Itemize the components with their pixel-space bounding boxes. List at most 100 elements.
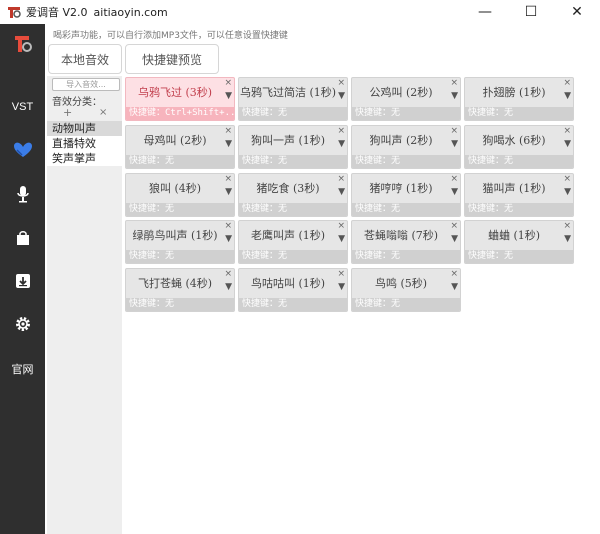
sound-card[interactable]: 苍蝇嗡嗡 (7秒) × ▼ 快捷键：无 [351, 220, 461, 264]
tab-shortcut-preview[interactable]: 快捷键预览 [125, 44, 219, 74]
shopping-bag-icon [15, 230, 31, 249]
card-close-icon[interactable]: × [450, 174, 458, 184]
card-dropdown-icon[interactable]: ▼ [451, 234, 458, 244]
card-close-icon[interactable]: × [337, 221, 345, 231]
app-title: 爱调音 V2.0 [26, 6, 88, 19]
card-dropdown-icon[interactable]: ▼ [451, 187, 458, 197]
sound-card[interactable]: 扑翅膀 (1秒) × ▼ 快捷键：无 [464, 77, 574, 121]
sound-card[interactable]: 飞打苍蝇 (4秒) × ▼ 快捷键：无 [125, 268, 235, 312]
card-dropdown-icon[interactable]: ▼ [338, 282, 345, 292]
sound-card[interactable]: 母鸡叫 (2秒) × ▼ 快捷键：无 [125, 125, 235, 169]
sound-card[interactable]: 蛐蛐 (1秒) × ▼ 快捷键：无 [464, 220, 574, 264]
card-close-icon[interactable]: × [450, 78, 458, 88]
sidebar-item-download[interactable] [0, 267, 45, 297]
sidebar-item-microphone[interactable] [0, 180, 45, 210]
sidebar-item-effects[interactable] [0, 136, 45, 166]
card-dropdown-icon[interactable]: ▼ [225, 139, 232, 149]
card-close-icon[interactable]: × [224, 78, 232, 88]
sound-card[interactable]: 狗喝水 (6秒) × ▼ 快捷键：无 [464, 125, 574, 169]
card-shortcut: 快捷键：无 [126, 203, 234, 216]
card-dropdown-icon[interactable]: ▼ [225, 91, 232, 101]
card-dropdown-icon[interactable]: ▼ [338, 139, 345, 149]
sound-card[interactable]: 老鹰叫声 (1秒) × ▼ 快捷键：无 [238, 220, 348, 264]
sidebar-vst-label: VST [11, 101, 34, 113]
sidebar-item-settings[interactable] [0, 310, 45, 340]
card-shortcut: 快捷键：无 [352, 155, 460, 168]
card-close-icon[interactable]: × [563, 221, 571, 231]
card-dropdown-icon[interactable]: ▼ [225, 282, 232, 292]
card-close-icon[interactable]: × [337, 269, 345, 279]
minimize-button[interactable]: — [462, 0, 508, 24]
microphone-icon [16, 185, 30, 206]
card-shortcut: 快捷键：无 [126, 155, 234, 168]
sound-name: 公鸡叫 (2秒) [369, 86, 433, 99]
card-dropdown-icon[interactable]: ▼ [451, 91, 458, 101]
tab-local-effects[interactable]: 本地音效 [48, 44, 122, 74]
sound-card[interactable]: 绿鹃鸟叫声 (1秒) × ▼ 快捷键：无 [125, 220, 235, 264]
card-close-icon[interactable]: × [450, 126, 458, 136]
sound-card[interactable]: 狗叫声 (2秒) × ▼ 快捷键：无 [351, 125, 461, 169]
sound-card[interactable]: 鸟鸣 (5秒) × ▼ 快捷键：无 [351, 268, 461, 312]
sidebar-item-vst[interactable]: VST [0, 92, 45, 122]
remove-category-button[interactable]: × [99, 108, 107, 118]
sound-card[interactable]: 乌鸦飞过简洁 (1秒) × ▼ 快捷键：无 [238, 77, 348, 121]
category-item[interactable]: 直播特效 [47, 136, 122, 151]
tuning-logo-icon [12, 33, 34, 58]
card-close-icon[interactable]: × [224, 221, 232, 231]
card-shortcut: 快捷键：无 [239, 250, 347, 263]
sound-name: 乌鸦飞过 (3秒) [137, 86, 213, 99]
sound-card[interactable]: 猪哼哼 (1秒) × ▼ 快捷键：无 [351, 173, 461, 217]
card-shortcut: 快捷键：无 [465, 203, 573, 216]
sound-name: 鸟鸣 (5秒) [374, 277, 428, 290]
sound-card[interactable]: 猫叫声 (1秒) × ▼ 快捷键：无 [464, 173, 574, 217]
sidebar-item-tuning[interactable] [0, 30, 45, 60]
sound-card[interactable]: 猪吃食 (3秒) × ▼ 快捷键：无 [238, 173, 348, 217]
category-item[interactable]: 笑声掌声 [47, 151, 122, 166]
card-close-icon[interactable]: × [224, 126, 232, 136]
close-button[interactable]: ✕ [554, 0, 600, 24]
card-dropdown-icon[interactable]: ▼ [564, 139, 571, 149]
card-dropdown-icon[interactable]: ▼ [338, 91, 345, 101]
card-dropdown-icon[interactable]: ▼ [225, 187, 232, 197]
card-close-icon[interactable]: × [563, 78, 571, 88]
sound-card[interactable]: 公鸡叫 (2秒) × ▼ 快捷键：无 [351, 77, 461, 121]
card-close-icon[interactable]: × [563, 126, 571, 136]
card-close-icon[interactable]: × [450, 221, 458, 231]
card-close-icon[interactable]: × [224, 269, 232, 279]
sound-card[interactable]: 鸟咕咕叫 (1秒) × ▼ 快捷键：无 [238, 268, 348, 312]
sound-card[interactable]: 狗叫一声 (1秒) × ▼ 快捷键：无 [238, 125, 348, 169]
card-dropdown-icon[interactable]: ▼ [564, 187, 571, 197]
sound-name: 绿鹃鸟叫声 (1秒) [132, 229, 218, 242]
card-shortcut: 快捷键：无 [352, 298, 460, 311]
card-dropdown-icon[interactable]: ▼ [564, 234, 571, 244]
card-dropdown-icon[interactable]: ▼ [338, 234, 345, 244]
maximize-button[interactable]: ☐ [508, 0, 554, 24]
sound-name: 猪哼哼 (1秒) [369, 182, 433, 195]
category-label: 音效分类： [52, 97, 102, 108]
card-close-icon[interactable]: × [337, 78, 345, 88]
card-close-icon[interactable]: × [337, 126, 345, 136]
card-close-icon[interactable]: × [450, 269, 458, 279]
sidebar-item-store[interactable] [0, 224, 45, 254]
title-bar: 爱调音 V2.0 aitiaoyin.com — ☐ ✕ [0, 0, 600, 24]
card-dropdown-icon[interactable]: ▼ [225, 234, 232, 244]
sound-card[interactable]: 狼叫 (4秒) × ▼ 快捷键：无 [125, 173, 235, 217]
sidebar-item-official-site[interactable]: 官网 [0, 354, 45, 384]
card-dropdown-icon[interactable]: ▼ [338, 187, 345, 197]
card-shortcut: 快捷键：无 [352, 250, 460, 263]
card-shortcut: 快捷键：无 [126, 250, 234, 263]
card-close-icon[interactable]: × [563, 174, 571, 184]
card-shortcut: 快捷键：无 [352, 107, 460, 120]
card-dropdown-icon[interactable]: ▼ [564, 91, 571, 101]
sound-name: 猪吃食 (3秒) [256, 182, 320, 195]
card-dropdown-icon[interactable]: ▼ [451, 282, 458, 292]
category-item[interactable]: 动物叫声 [47, 121, 122, 136]
card-close-icon[interactable]: × [337, 174, 345, 184]
import-effect-button[interactable]: 导入音效... [52, 78, 120, 91]
sidebar: VST 官网 [0, 24, 45, 534]
app-website: aitiaoyin.com [93, 5, 168, 19]
add-category-button[interactable]: + [63, 107, 72, 118]
sound-card[interactable]: 乌鸦飞过 (3秒) × ▼ 快捷键：Ctrl+Shift+... [125, 77, 235, 121]
card-dropdown-icon[interactable]: ▼ [451, 139, 458, 149]
card-close-icon[interactable]: × [224, 174, 232, 184]
